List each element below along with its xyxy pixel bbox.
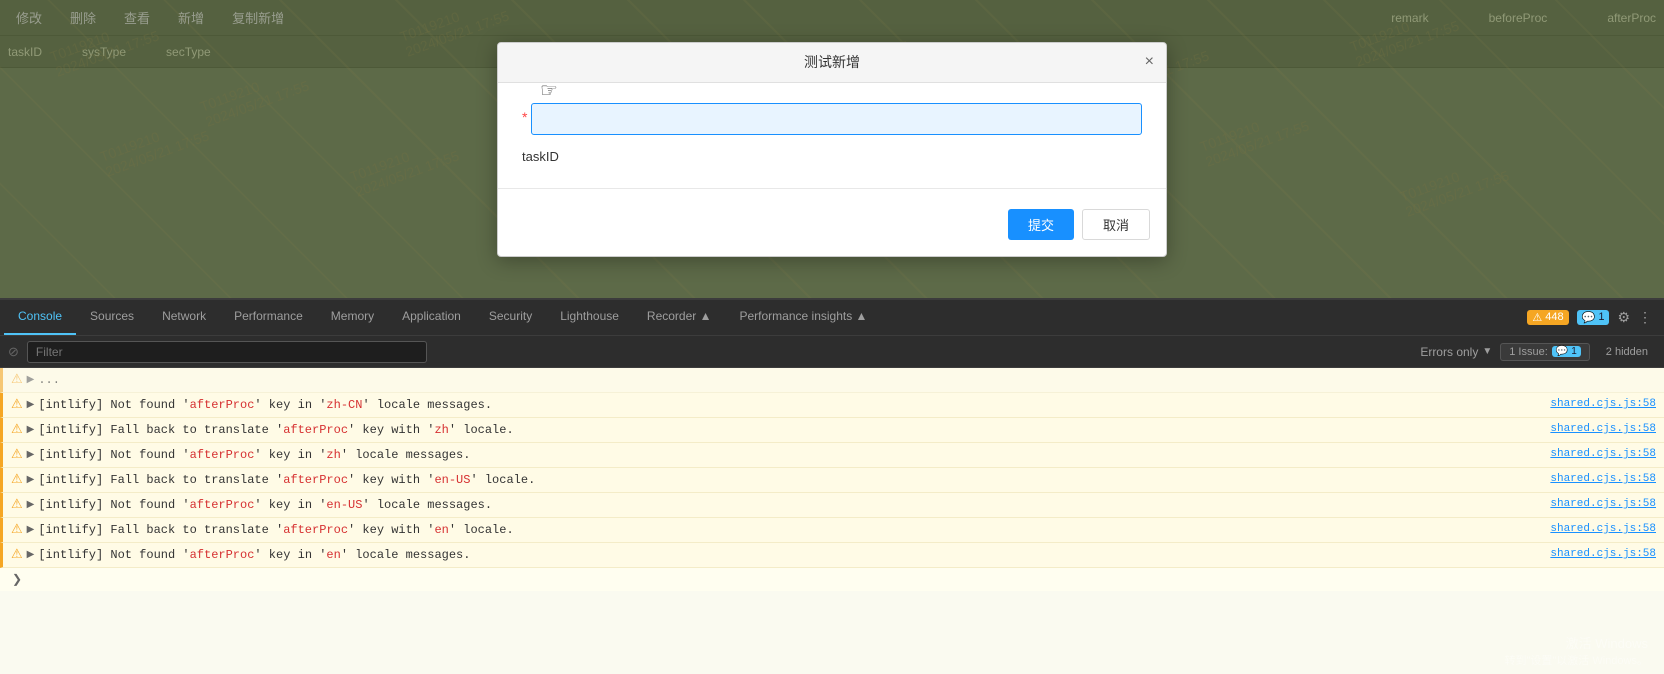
errors-only-filter[interactable]: Errors only ▼ xyxy=(1420,345,1492,359)
expand-icon[interactable]: ▶ xyxy=(27,499,35,511)
message-badge: 💬 1 xyxy=(1577,310,1610,325)
expand-icon[interactable]: ▶ xyxy=(27,374,35,386)
issues-count: 1 xyxy=(1571,346,1577,357)
warn-icon: ⚠ xyxy=(11,422,23,437)
chat-icon: 💬 xyxy=(1556,346,1568,357)
log-row: ⚠ ▶ [intlify] Not found 'afterProc' key … xyxy=(0,443,1664,468)
warn-icon: ⚠ xyxy=(11,397,23,412)
log-text: [intlify] Not found 'afterProc' key in '… xyxy=(38,545,1542,565)
hidden-count: 2 hidden xyxy=(1598,344,1656,360)
modal-body: * ☞ taskID xyxy=(498,83,1166,188)
log-text: [intlify] Fall back to translate 'afterP… xyxy=(38,470,1542,490)
expand-icon[interactable]: ▶ xyxy=(27,399,35,411)
expand-icon[interactable]: ▶ xyxy=(27,549,35,561)
log-row: ⚠ ▶ ... xyxy=(0,368,1664,393)
warn-icon: ⚠ xyxy=(11,447,23,462)
tab-sources[interactable]: Sources xyxy=(76,300,148,335)
warn-icon: ⚠ xyxy=(11,372,23,387)
tab-security[interactable]: Security xyxy=(475,300,546,335)
settings-icon[interactable]: ⚙ xyxy=(1617,309,1630,326)
expand-icon[interactable]: ▶ xyxy=(27,424,35,436)
log-row: ⚠ ▶ [intlify] Fall back to translate 'af… xyxy=(0,518,1664,543)
issues-badge: 1 Issue: 💬 1 xyxy=(1500,343,1590,361)
log-row: ⚠ ▶ [intlify] Fall back to translate 'af… xyxy=(0,468,1664,493)
log-source-link[interactable]: shared.cjs.js:58 xyxy=(1550,520,1656,535)
prompt-chevron-icon[interactable]: ❯ xyxy=(8,570,26,589)
modal-divider xyxy=(498,188,1166,189)
tab-performance-insights[interactable]: Performance insights ▲ xyxy=(726,300,882,335)
filter-input[interactable] xyxy=(27,341,427,363)
devtools-tabs-bar: Console Sources Network Performance Memo… xyxy=(0,300,1664,336)
log-row: ⚠ ▶ [intlify] Fall back to translate 'af… xyxy=(0,418,1664,443)
tab-network[interactable]: Network xyxy=(148,300,220,335)
log-source-link[interactable]: shared.cjs.js:58 xyxy=(1550,470,1656,485)
warn-icon: ⚠ xyxy=(11,547,23,562)
warning-count: 448 xyxy=(1545,311,1563,323)
submit-button[interactable]: 提交 xyxy=(1008,209,1074,240)
modal-footer: 提交 取消 xyxy=(498,201,1166,256)
log-source-link[interactable]: shared.cjs.js:58 xyxy=(1550,420,1656,435)
log-source-link[interactable]: shared.cjs.js:58 xyxy=(1550,445,1656,460)
modal-title: 测试新增 xyxy=(804,52,860,72)
expand-icon[interactable]: ▶ xyxy=(27,524,35,536)
form-row-taskid: * ☞ xyxy=(522,103,1142,135)
warn-icon: ⚠ xyxy=(11,522,23,537)
log-text: [intlify] Not found 'afterProc' key in '… xyxy=(38,395,1542,415)
modal-close-button[interactable]: × xyxy=(1145,54,1154,70)
log-text: [intlify] Fall back to translate 'afterP… xyxy=(38,420,1542,440)
log-source-link[interactable]: shared.cjs.js:58 xyxy=(1550,545,1656,560)
warn-icon: ⚠ xyxy=(11,472,23,487)
tab-console[interactable]: Console xyxy=(4,300,76,335)
tab-application[interactable]: Application xyxy=(388,300,475,335)
console-log-area: ⚠ ▶ ... ⚠ ▶ [intlify] Not found 'afterPr… xyxy=(0,368,1664,674)
cancel-button[interactable]: 取消 xyxy=(1082,209,1150,240)
expand-icon[interactable]: ▶ xyxy=(27,449,35,461)
issues-label: 1 Issue: xyxy=(1509,346,1548,358)
log-source-link[interactable]: shared.cjs.js:58 xyxy=(1550,395,1656,410)
console-prompt-row: ❯ xyxy=(0,568,1664,591)
filter-circle-icon: ⊘ xyxy=(8,344,19,360)
more-icon[interactable]: ⋮ xyxy=(1638,309,1652,326)
modal-header: 测试新增 × xyxy=(498,43,1166,83)
warning-badge: ⚠ 448 xyxy=(1527,310,1568,325)
log-text: [intlify] Fall back to translate 'afterP… xyxy=(38,520,1542,540)
required-mark: * xyxy=(522,109,527,125)
devtools-panel: Console Sources Network Performance Memo… xyxy=(0,298,1664,672)
modal-dialog: 测试新增 × * ☞ taskID 提交 取消 xyxy=(497,42,1167,257)
warn-icon: ⚠ xyxy=(11,497,23,512)
dropdown-arrow-icon: ▼ xyxy=(1482,346,1492,357)
log-row: ⚠ ▶ [intlify] Not found 'afterProc' key … xyxy=(0,493,1664,518)
tab-lighthouse[interactable]: Lighthouse xyxy=(546,300,633,335)
tab-performance[interactable]: Performance xyxy=(220,300,317,335)
warning-icon: ⚠ xyxy=(1532,311,1542,324)
tab-recorder[interactable]: Recorder ▲ xyxy=(633,300,726,335)
log-source-link[interactable]: shared.cjs.js:58 xyxy=(1550,495,1656,510)
log-text: ... xyxy=(38,370,1656,390)
console-filter-bar: ⊘ Errors only ▼ 1 Issue: 💬 1 2 hidden xyxy=(0,336,1664,368)
modal-overlay: 测试新增 × * ☞ taskID 提交 取消 xyxy=(0,0,1664,298)
message-count: 1 xyxy=(1598,311,1604,323)
issues-count-badge: 💬 1 xyxy=(1552,346,1581,357)
message-icon: 💬 xyxy=(1582,311,1596,324)
devtools-right-controls: ⚠ 448 💬 1 ⚙ ⋮ xyxy=(1519,300,1660,335)
top-table-area: T01192102024/05/21 17:55 T01192102024/05… xyxy=(0,0,1664,298)
log-row: ⚠ ▶ [intlify] Not found 'afterProc' key … xyxy=(0,393,1664,418)
log-row: ⚠ ▶ [intlify] Not found 'afterProc' key … xyxy=(0,543,1664,568)
errors-only-label: Errors only xyxy=(1420,345,1478,359)
log-text: [intlify] Not found 'afterProc' key in '… xyxy=(38,495,1542,515)
log-text: [intlify] Not found 'afterProc' key in '… xyxy=(38,445,1542,465)
taskid-input[interactable] xyxy=(531,103,1142,135)
expand-icon[interactable]: ▶ xyxy=(27,474,35,486)
form-label-taskid: taskID xyxy=(522,149,582,164)
tab-memory[interactable]: Memory xyxy=(317,300,388,335)
